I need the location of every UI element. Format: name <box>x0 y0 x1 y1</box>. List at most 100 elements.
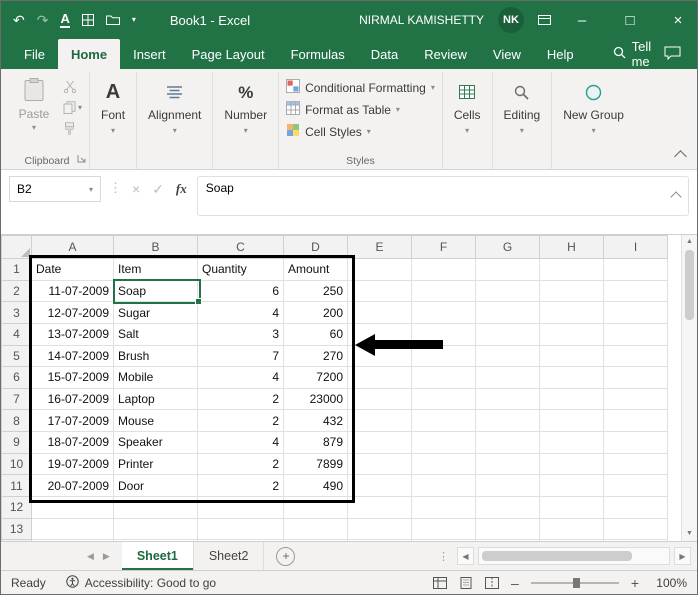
cell-C13[interactable] <box>197 517 284 541</box>
cell-G12[interactable] <box>475 495 540 519</box>
cell-C4[interactable]: 3 <box>197 322 284 346</box>
collapse-ribbon-icon[interactable] <box>674 150 687 163</box>
sheet-nav-left-icon[interactable]: ◀ <box>87 551 94 562</box>
row-header-7[interactable]: 7 <box>1 387 32 411</box>
clipboard-dialog-launcher-icon[interactable] <box>77 152 86 166</box>
cell-G6[interactable] <box>475 366 540 389</box>
cell-G2[interactable] <box>475 279 540 303</box>
cell-G14[interactable] <box>475 539 540 541</box>
cell-H1[interactable] <box>539 258 604 281</box>
cell-E4[interactable] <box>347 322 412 346</box>
zoom-out-button[interactable]: – <box>511 575 519 591</box>
cell-E2[interactable] <box>347 279 412 303</box>
cell-G13[interactable] <box>475 517 540 541</box>
cell-A2[interactable]: 11-07-2009 <box>31 279 114 303</box>
user-name[interactable]: NIRMAL KAMISHETTY <box>359 13 484 27</box>
scroll-up-icon[interactable]: ▲ <box>686 237 693 247</box>
undo-icon[interactable]: ↶ <box>13 13 25 27</box>
cell-A4[interactable]: 13-07-2009 <box>31 322 114 346</box>
cell-G9[interactable] <box>475 431 540 454</box>
new-sheet-button[interactable]: + <box>276 546 296 566</box>
cell-D3[interactable]: 200 <box>283 301 348 324</box>
cell-G4[interactable] <box>475 322 540 346</box>
cell-E10[interactable] <box>347 452 412 476</box>
cell-A14[interactable] <box>31 539 114 541</box>
cell-G8[interactable] <box>475 409 540 432</box>
cell-A13[interactable] <box>31 517 114 541</box>
cell-D10[interactable]: 7899 <box>283 452 348 476</box>
tab-home[interactable]: Home <box>57 39 121 69</box>
horizontal-scroll-thumb[interactable] <box>482 551 632 561</box>
cell-C8[interactable]: 2 <box>197 409 284 432</box>
insert-function-icon[interactable]: fx <box>176 181 187 197</box>
column-header-C[interactable]: C <box>197 235 284 259</box>
tell-me[interactable]: Tell me <box>603 39 664 69</box>
cell-I1[interactable] <box>603 258 668 281</box>
cell-A11[interactable]: 20-07-2009 <box>31 474 114 497</box>
cell-E12[interactable] <box>347 495 412 519</box>
cell-C6[interactable]: 4 <box>197 366 284 389</box>
cell-F7[interactable] <box>411 387 476 411</box>
cell-E5[interactable] <box>347 344 412 368</box>
cell-E6[interactable] <box>347 366 412 389</box>
cell-E7[interactable] <box>347 387 412 411</box>
column-header-E[interactable]: E <box>347 235 412 259</box>
cell-B14[interactable] <box>113 539 198 541</box>
cell-B7[interactable]: Laptop <box>113 387 198 411</box>
tab-page-layout[interactable]: Page Layout <box>179 39 278 69</box>
cell-B9[interactable]: Speaker <box>113 431 198 454</box>
cell-H7[interactable] <box>539 387 604 411</box>
accessibility-status[interactable]: Accessibility: Good to go <box>65 574 216 591</box>
column-header-F[interactable]: F <box>411 235 476 259</box>
cell-B8[interactable]: Mouse <box>113 409 198 432</box>
zoom-level[interactable]: 100% <box>651 576 687 590</box>
cell-H4[interactable] <box>539 322 604 346</box>
cell-C5[interactable]: 7 <box>197 344 284 368</box>
cell-D9[interactable]: 879 <box>283 431 348 454</box>
zoom-in-button[interactable]: + <box>631 575 639 591</box>
cell-H13[interactable] <box>539 517 604 541</box>
cell-F10[interactable] <box>411 452 476 476</box>
name-box[interactable]: B2 ▾ <box>9 176 101 202</box>
cell-I11[interactable] <box>603 474 668 497</box>
tab-review[interactable]: Review <box>411 39 480 69</box>
cell-I7[interactable] <box>603 387 668 411</box>
maximize-button[interactable]: □ <box>613 1 647 39</box>
tab-file[interactable]: File <box>11 39 58 69</box>
row-header-8[interactable]: 8 <box>1 409 32 432</box>
number-group[interactable]: % Number ▾ <box>213 72 280 169</box>
cell-A9[interactable]: 18-07-2009 <box>31 431 114 454</box>
cell-C11[interactable]: 2 <box>197 474 284 497</box>
cell-A8[interactable]: 17-07-2009 <box>31 409 114 432</box>
cell-I12[interactable] <box>603 495 668 519</box>
row-header-12[interactable]: 12 <box>1 495 32 519</box>
column-header-D[interactable]: D <box>283 235 348 259</box>
tab-view[interactable]: View <box>480 39 534 69</box>
cell-F2[interactable] <box>411 279 476 303</box>
row-header-14[interactable]: 14 <box>1 539 32 541</box>
cell-G1[interactable] <box>475 258 540 281</box>
row-header-11[interactable]: 11 <box>1 474 32 497</box>
cell-C12[interactable] <box>197 495 284 519</box>
paste-button[interactable]: Paste ▾ <box>12 75 56 135</box>
cell-D13[interactable] <box>283 517 348 541</box>
cell-A12[interactable] <box>31 495 114 519</box>
cells-group[interactable]: Cells ▾ <box>443 72 493 169</box>
cell-I6[interactable] <box>603 366 668 389</box>
cell-F11[interactable] <box>411 474 476 497</box>
cell-B2[interactable]: Soap <box>113 279 198 303</box>
cell-B6[interactable]: Mobile <box>113 366 198 389</box>
borders-icon[interactable] <box>81 13 94 26</box>
row-header-6[interactable]: 6 <box>1 366 32 389</box>
row-header-4[interactable]: 4 <box>1 322 32 346</box>
cell-B4[interactable]: Salt <box>113 322 198 346</box>
cell-F5[interactable] <box>411 344 476 368</box>
editing-group[interactable]: Editing ▾ <box>493 72 553 169</box>
column-header-B[interactable]: B <box>113 235 198 259</box>
cell-D2[interactable]: 250 <box>283 279 348 303</box>
cell-H3[interactable] <box>539 301 604 324</box>
ribbon-display-options-icon[interactable] <box>538 14 551 26</box>
cell-C7[interactable]: 2 <box>197 387 284 411</box>
confirm-entry-icon[interactable]: ✓ <box>152 181 164 198</box>
comments-button[interactable] <box>664 39 681 69</box>
